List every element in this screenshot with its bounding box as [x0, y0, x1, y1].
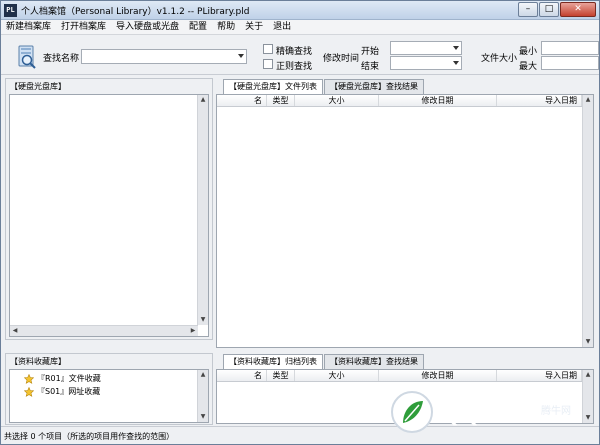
- disk-tree-vscroll[interactable]: ▲ ▼: [197, 95, 208, 325]
- col-name[interactable]: 名: [217, 95, 267, 106]
- collection-tree-vscroll[interactable]: ▲ ▼: [197, 370, 208, 422]
- tree-item-label: 『S01』网址收藏: [37, 387, 101, 396]
- col-imported[interactable]: 导入日期: [497, 370, 582, 381]
- collection-library-tree[interactable]: 『R01』文件收藏 『S01』网址收藏 ▲ ▼: [9, 369, 209, 423]
- star-icon: [24, 373, 34, 384]
- scroll-up-icon[interactable]: ▲: [198, 95, 208, 105]
- menu-bar: 新建档案库 打开档案库 导入硬盘或光盘 配置 帮助 关于 退出: [1, 20, 599, 35]
- menu-item-about[interactable]: 关于: [240, 20, 268, 34]
- disk-tabs: 【硬盘光盘库】文件列表 【硬盘光盘库】查找结果: [223, 79, 425, 94]
- status-bar: 共选择 0 个项目（所选的项目用作查找的范围）: [1, 426, 599, 444]
- archive-list-header: 名 类型 大小 修改日期 导入日期: [217, 370, 582, 382]
- title-bar[interactable]: PL 个人档案馆（Personal Library）v1.1.2 -- PLib…: [1, 1, 599, 20]
- tab-collection-search-results[interactable]: 【资料收藏库】查找结果: [324, 354, 424, 369]
- disk-library-header: 【硬盘光盘库】: [10, 82, 66, 91]
- menu-item-exit[interactable]: 退出: [268, 20, 296, 34]
- max-size-input[interactable]: [541, 56, 599, 70]
- menu-item-config[interactable]: 配置: [184, 20, 212, 34]
- min-size-label: 最小: [519, 47, 538, 57]
- filesize-label: 文件大小: [481, 54, 518, 64]
- max-size-label: 最大: [519, 62, 538, 72]
- minimize-button[interactable]: –: [518, 2, 538, 17]
- tree-item-label: 『R01』文件收藏: [37, 374, 101, 383]
- star-icon: [24, 386, 34, 397]
- tree-item-r01[interactable]: 『R01』文件收藏: [24, 373, 101, 384]
- min-size-input[interactable]: [541, 41, 599, 55]
- col-modified[interactable]: 修改日期: [379, 370, 497, 381]
- disk-tree-hscroll[interactable]: ◀ ▶: [10, 325, 198, 336]
- end-date-label: 结束: [361, 62, 380, 72]
- start-date-picker[interactable]: [390, 41, 462, 55]
- maximize-button[interactable]: □: [539, 2, 559, 17]
- disk-library-group: 【硬盘光盘库】 ▲ ▼ ◀ ▶: [5, 78, 213, 340]
- col-size[interactable]: 大小: [295, 95, 379, 106]
- chevron-down-icon[interactable]: [453, 61, 459, 65]
- collection-library-group: 【资料收藏库】 『R01』文件收藏 『S01』网址收藏 ▲ ▼: [5, 353, 213, 425]
- menu-item-new-library[interactable]: 新建档案库: [1, 20, 56, 34]
- collection-tabs: 【资料收藏库】归档列表 【资料收藏库】查找结果: [223, 354, 425, 369]
- regex-search-checkbox[interactable]: [263, 59, 273, 69]
- close-button[interactable]: ✕: [560, 2, 596, 17]
- exact-search-label: 精确查找: [276, 47, 313, 57]
- end-date-picker[interactable]: [390, 56, 462, 70]
- menu-item-open-library[interactable]: 打开档案库: [56, 20, 111, 34]
- disk-file-list[interactable]: 名 类型 大小 修改日期 导入日期 ▲ ▼: [216, 94, 594, 348]
- scroll-up-icon[interactable]: ▲: [583, 95, 593, 105]
- col-modified[interactable]: 修改日期: [379, 95, 497, 106]
- scroll-right-icon[interactable]: ▶: [188, 326, 198, 336]
- window-title: 个人档案馆（Personal Library）v1.1.2 -- PLibrar…: [21, 7, 250, 17]
- search-name-label: 查找名称: [43, 54, 80, 64]
- scroll-down-icon[interactable]: ▼: [583, 337, 593, 347]
- collection-library-header: 【资料收藏库】: [10, 357, 66, 366]
- tab-disk-file-list[interactable]: 【硬盘光盘库】文件列表: [223, 79, 323, 94]
- tab-collection-archive-list[interactable]: 【资料收藏库】归档列表: [223, 354, 323, 369]
- app-window: PL 个人档案馆（Personal Library）v1.1.2 -- PLib…: [0, 0, 600, 445]
- scroll-down-icon[interactable]: ▼: [198, 412, 208, 422]
- search-name-combo[interactable]: [81, 49, 247, 64]
- file-list-header: 名 类型 大小 修改日期 导入日期: [217, 95, 582, 107]
- col-type[interactable]: 类型: [267, 370, 295, 381]
- menu-item-import[interactable]: 导入硬盘或光盘: [111, 20, 184, 34]
- archive-list-vscroll[interactable]: ▲ ▼: [582, 370, 593, 423]
- app-logo-icon: PL: [4, 4, 17, 17]
- scroll-up-icon[interactable]: ▲: [198, 370, 208, 380]
- menu-item-help[interactable]: 帮助: [212, 20, 240, 34]
- scroll-down-icon[interactable]: ▼: [198, 315, 208, 325]
- col-imported[interactable]: 导入日期: [497, 95, 582, 106]
- col-type[interactable]: 类型: [267, 95, 295, 106]
- regex-search-label: 正则查找: [276, 62, 313, 72]
- col-name[interactable]: 名: [217, 370, 267, 381]
- archive-list[interactable]: 名 类型 大小 修改日期 导入日期 ▲ ▼: [216, 369, 594, 424]
- tree-item-s01[interactable]: 『S01』网址收藏: [24, 386, 100, 397]
- chevron-down-icon[interactable]: [238, 54, 244, 58]
- scroll-up-icon[interactable]: ▲: [583, 370, 593, 380]
- col-size[interactable]: 大小: [295, 370, 379, 381]
- modtime-label: 修改时间: [323, 54, 360, 64]
- search-toolbar: 查找名称 精确查找 正则查找 修改时间 开始 结束 文件大小 最小 最大: [1, 35, 599, 75]
- file-list-vscroll[interactable]: ▲ ▼: [582, 95, 593, 347]
- search-icon[interactable]: [17, 45, 37, 69]
- scroll-left-icon[interactable]: ◀: [10, 326, 20, 336]
- exact-search-checkbox[interactable]: [263, 44, 273, 54]
- tab-disk-search-results[interactable]: 【硬盘光盘库】查找结果: [324, 79, 424, 94]
- start-date-label: 开始: [361, 47, 380, 57]
- chevron-down-icon[interactable]: [453, 46, 459, 50]
- scroll-down-icon[interactable]: ▼: [583, 413, 593, 423]
- disk-library-tree[interactable]: ▲ ▼ ◀ ▶: [9, 94, 209, 337]
- status-text: 共选择 0 个项目（所选的项目用作查找的范围）: [4, 432, 175, 441]
